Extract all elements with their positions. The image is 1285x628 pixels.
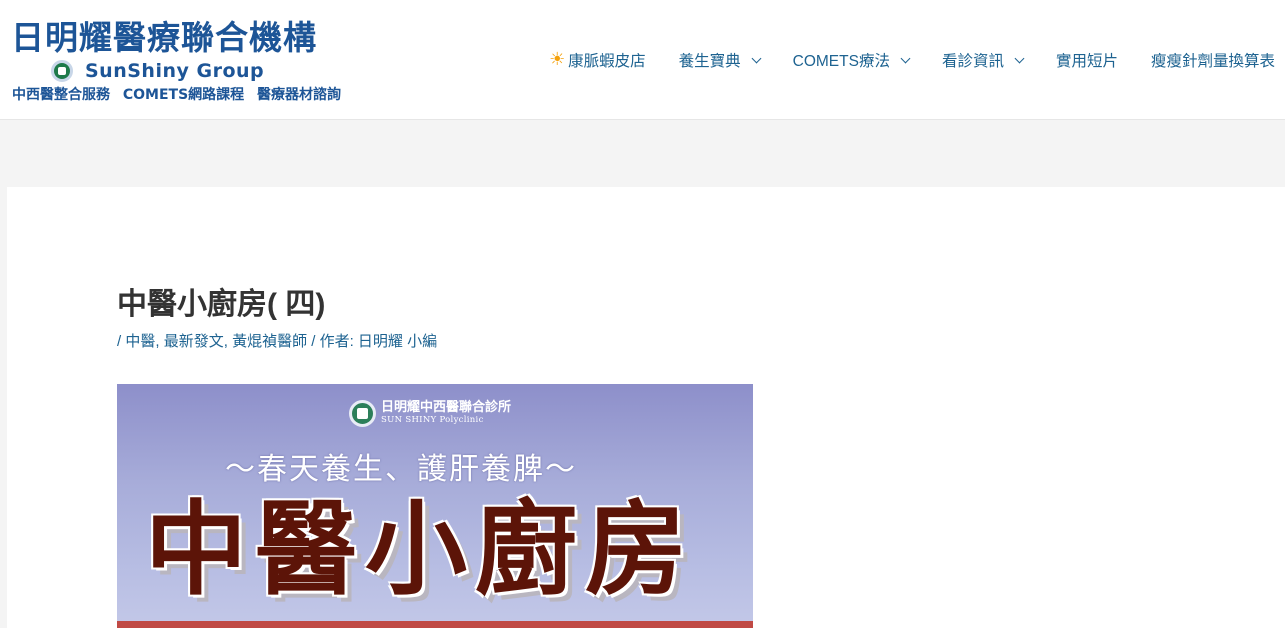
main-nav: 康脈蝦皮店 養生寶典 COMETS療法 看診資訊 實用短片 瘦瘦針劑量換算表 bbox=[549, 48, 1275, 72]
clinic-english-name: SUN SHINY Polyclinic bbox=[381, 415, 484, 425]
banner-title: 中醫小廚房 bbox=[145, 491, 695, 610]
logo-title: 日明耀醫療聯合機構 bbox=[11, 18, 317, 57]
nav-item-label: 康脈蝦皮店 bbox=[568, 53, 646, 70]
logo-group-row: SunShiny Group bbox=[51, 58, 264, 84]
nav-item-label: 瘦瘦針劑量換算表 bbox=[1150, 53, 1275, 70]
nav-item-shopee[interactable]: 康脈蝦皮店 bbox=[549, 48, 646, 71]
clinic-text: 日明耀中西醫聯合診所 SUN SHINY Polyclinic bbox=[381, 400, 511, 426]
meta-separator: , bbox=[155, 333, 164, 350]
post-title: 中醫小廚房( 四) bbox=[117, 288, 326, 321]
clinic-name: 日明耀中西醫聯合診所 bbox=[381, 400, 512, 415]
nav-item-videos[interactable]: 實用短片 bbox=[1056, 49, 1118, 71]
nav-item-clinic-info[interactable]: 看診資訊 bbox=[941, 49, 1025, 71]
chevron-down-icon[interactable] bbox=[900, 53, 911, 63]
category-link-doctor[interactable]: 黃焜禎醫師 bbox=[232, 333, 307, 350]
site-header: 日明耀醫療聯合機構 SunShiny Group 中西醫整合服務 COMETS網… bbox=[0, 0, 1285, 120]
logo-group-name: SunShiny Group bbox=[85, 60, 265, 82]
logo-subtitle: 中西醫整合服務 COMETS網路課程 醫療器材諮詢 bbox=[12, 87, 342, 103]
nav-item-label: 看診資訊 bbox=[941, 53, 1004, 70]
site-logo[interactable]: 日明耀醫療聯合機構 SunShiny Group 中西醫整合服務 COMETS網… bbox=[11, 18, 356, 106]
post-meta: / 中醫, 最新發文, 黃焜禎醫師 / 作者: 日明耀 小編 bbox=[117, 330, 437, 351]
author-link[interactable]: 日明耀 小編 bbox=[358, 333, 437, 350]
nav-item-label: COMETS療法 bbox=[792, 53, 890, 70]
nav-item-comets-therapy[interactable]: COMETS療法 bbox=[792, 49, 911, 71]
chevron-down-icon[interactable] bbox=[751, 53, 762, 63]
clinic-logo-icon bbox=[349, 399, 376, 427]
logo-mark-icon bbox=[51, 60, 73, 82]
chevron-down-icon[interactable] bbox=[1014, 53, 1025, 63]
featured-image: 日明耀中西醫聯合診所 SUN SHINY Polyclinic ～春天養生、護肝… bbox=[117, 384, 753, 628]
nav-item-dose-calculator[interactable]: 瘦瘦針劑量換算表 bbox=[1151, 49, 1275, 71]
category-link-latest[interactable]: 最新發文 bbox=[164, 333, 224, 350]
sun-icon bbox=[549, 48, 566, 70]
nav-item-label: 養生寶典 bbox=[678, 53, 741, 70]
post-card: 中醫小廚房( 四) / 中醫, 最新發文, 黃焜禎醫師 / 作者: 日明耀 小編… bbox=[7, 187, 1285, 628]
clinic-badge: 日明耀中西醫聯合診所 SUN SHINY Polyclinic bbox=[349, 398, 511, 428]
nav-item-label: 實用短片 bbox=[1055, 53, 1118, 70]
banner-subtitle: ～春天養生、護肝養脾～ bbox=[225, 452, 577, 487]
category-link-tcm[interactable]: 中醫 bbox=[125, 333, 155, 350]
author-prefix: / 作者: bbox=[307, 333, 358, 350]
nav-item-health-guide[interactable]: 養生寶典 bbox=[678, 49, 762, 71]
meta-separator: , bbox=[223, 333, 233, 350]
